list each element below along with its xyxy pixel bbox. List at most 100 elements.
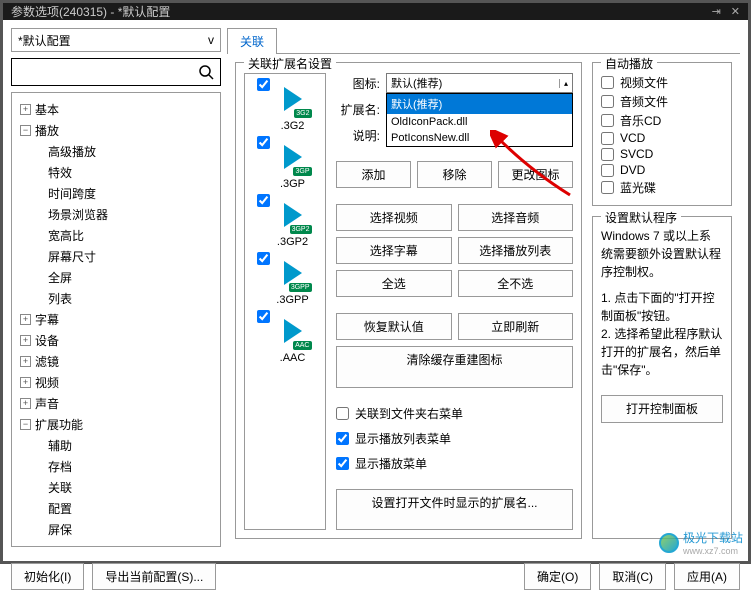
tree-item[interactable]: 宽高比: [16, 225, 216, 246]
autoplay-checkbox[interactable]: [601, 132, 614, 145]
default-prog-step1: 1. 点击下面的"打开控制面板"按钮。: [601, 289, 723, 325]
format-item[interactable]: 3GP2.3GP2: [257, 194, 314, 248]
close-icon[interactable]: ✕: [731, 5, 740, 18]
change-icon-button[interactable]: 更改图标: [498, 161, 573, 188]
tree-item-label: 宽高比: [48, 227, 84, 244]
autoplay-checkbox[interactable]: [601, 181, 614, 194]
play-menu-checkbox[interactable]: [336, 457, 349, 470]
tree-item[interactable]: 配置: [16, 498, 216, 519]
clear-cache-button[interactable]: 清除缓存重建图标: [336, 346, 573, 388]
tree-item[interactable]: −播放: [16, 120, 216, 141]
format-checkbox[interactable]: [257, 78, 270, 91]
window-title: 参数选项(240315) - *默认配置: [11, 3, 712, 20]
tree-toggle-icon[interactable]: +: [20, 356, 31, 367]
tree-item[interactable]: 屏幕尺寸: [16, 246, 216, 267]
settings-tree[interactable]: +基本−播放高级播放特效时间跨度场景浏览器宽高比屏幕尺寸全屏列表+字幕+设备+滤…: [11, 92, 221, 547]
tree-item[interactable]: 列表: [16, 288, 216, 309]
autoplay-checkbox[interactable]: [601, 148, 614, 161]
autoplay-checkbox[interactable]: [601, 95, 614, 108]
autoplay-label: 视频文件: [620, 74, 668, 91]
search-icon: [198, 64, 214, 80]
autoplay-checkbox[interactable]: [601, 76, 614, 89]
autoplay-fieldset: 自动播放 视频文件音频文件音乐CDVCDSVCDDVD蓝光碟: [592, 62, 732, 206]
icon-label: 图标:: [336, 75, 380, 92]
tree-item[interactable]: +设备: [16, 330, 216, 351]
format-checkbox[interactable]: [257, 136, 270, 149]
select-subtitle-button[interactable]: 选择字幕: [336, 237, 452, 264]
tree-item[interactable]: 辅助: [16, 435, 216, 456]
remove-button[interactable]: 移除: [417, 161, 492, 188]
format-item[interactable]: 3GP.3GP: [257, 136, 314, 190]
autoplay-checkbox[interactable]: [601, 164, 614, 177]
refresh-button[interactable]: 立即刷新: [458, 313, 574, 340]
set-open-ext-button[interactable]: 设置打开文件时显示的扩展名...: [336, 489, 573, 531]
format-item[interactable]: 3G2.3G2: [257, 78, 314, 132]
tree-item[interactable]: −扩展功能: [16, 414, 216, 435]
format-badge: 3GP2: [290, 225, 312, 234]
playlist-menu-checkbox[interactable]: [336, 432, 349, 445]
ok-button[interactable]: 确定(O): [524, 563, 591, 590]
tree-item[interactable]: 存档: [16, 456, 216, 477]
tree-item[interactable]: +基本: [16, 99, 216, 120]
dropdown-item[interactable]: PotIconsNew.dll: [387, 130, 572, 146]
icon-combo[interactable]: 默认(推荐) ▴ 默认(推荐)OldIconPack.dllPotIconsNe…: [386, 73, 573, 93]
export-config-button[interactable]: 导出当前配置(S)...: [92, 563, 216, 590]
apply-button[interactable]: 应用(A): [674, 563, 740, 590]
tree-item[interactable]: 屏保: [16, 519, 216, 540]
dropdown-item[interactable]: 默认(推荐): [387, 94, 572, 114]
tree-toggle-icon[interactable]: −: [20, 125, 31, 136]
format-item[interactable]: 3GPP.3GPP: [257, 252, 314, 306]
format-checkbox[interactable]: [257, 310, 270, 323]
initialize-button[interactable]: 初始化(I): [11, 563, 84, 590]
select-video-button[interactable]: 选择视频: [336, 204, 452, 231]
tree-item-label: 列表: [48, 290, 72, 307]
restore-default-button[interactable]: 恢复默认值: [336, 313, 452, 340]
search-input[interactable]: [11, 58, 221, 86]
select-all-button[interactable]: 全选: [336, 270, 452, 297]
tree-toggle-icon[interactable]: +: [20, 104, 31, 115]
pin-icon[interactable]: ⇥: [712, 5, 721, 18]
tree-toggle-icon[interactable]: +: [20, 398, 31, 409]
profile-select[interactable]: *默认配置 v: [11, 28, 221, 52]
select-audio-button[interactable]: 选择音频: [458, 204, 574, 231]
open-control-panel-button[interactable]: 打开控制面板: [601, 395, 723, 423]
tree-item[interactable]: 全屏: [16, 267, 216, 288]
assoc-fieldset-title: 关联扩展名设置: [244, 55, 336, 72]
dropdown-item[interactable]: OldIconPack.dll: [387, 114, 572, 130]
tree-item[interactable]: 关联: [16, 477, 216, 498]
select-playlist-button[interactable]: 选择播放列表: [458, 237, 574, 264]
play-icon: 3GP: [272, 136, 314, 178]
tree-toggle-icon[interactable]: −: [20, 419, 31, 430]
tree-toggle-icon[interactable]: +: [20, 314, 31, 325]
format-checkbox[interactable]: [257, 252, 270, 265]
tree-item-label: 存档: [48, 458, 72, 475]
tree-toggle-icon[interactable]: +: [20, 335, 31, 346]
tree-item[interactable]: + 滤镜: [16, 351, 216, 372]
tree-item-label: 扩展功能: [35, 416, 83, 433]
tree-item[interactable]: 场景浏览器: [16, 204, 216, 225]
play-menu-label: 显示播放菜单: [355, 455, 427, 472]
folder-menu-checkbox[interactable]: [336, 407, 349, 420]
autoplay-label: 音频文件: [620, 93, 668, 110]
autoplay-label: 音乐CD: [620, 112, 661, 129]
tree-toggle-icon[interactable]: +: [20, 377, 31, 388]
format-checkbox[interactable]: [257, 194, 270, 207]
tree-item[interactable]: 高级播放: [16, 141, 216, 162]
tree-item-label: 场景浏览器: [48, 206, 108, 223]
add-button[interactable]: 添加: [336, 161, 411, 188]
play-icon: 3G2: [272, 78, 314, 120]
select-none-button[interactable]: 全不选: [458, 270, 574, 297]
tree-item[interactable]: +视频: [16, 372, 216, 393]
default-prog-step2: 2. 选择希望此程序默认打开的扩展名，然后单击"保存"。: [601, 325, 723, 379]
tree-item[interactable]: 时间跨度: [16, 183, 216, 204]
tree-item[interactable]: +字幕: [16, 309, 216, 330]
desc-label: 说明:: [336, 127, 380, 144]
tree-item[interactable]: 特效: [16, 162, 216, 183]
format-list[interactable]: 3G2.3G23GP.3GP3GP2.3GP23GPP.3GPPAAC.AAC: [244, 73, 326, 530]
tree-item[interactable]: +声音: [16, 393, 216, 414]
cancel-button[interactable]: 取消(C): [599, 563, 666, 590]
tab-association[interactable]: 关联: [227, 28, 277, 54]
autoplay-checkbox[interactable]: [601, 114, 614, 127]
format-item[interactable]: AAC.AAC: [257, 310, 314, 364]
tree-item-label: 滤镜: [35, 353, 59, 370]
